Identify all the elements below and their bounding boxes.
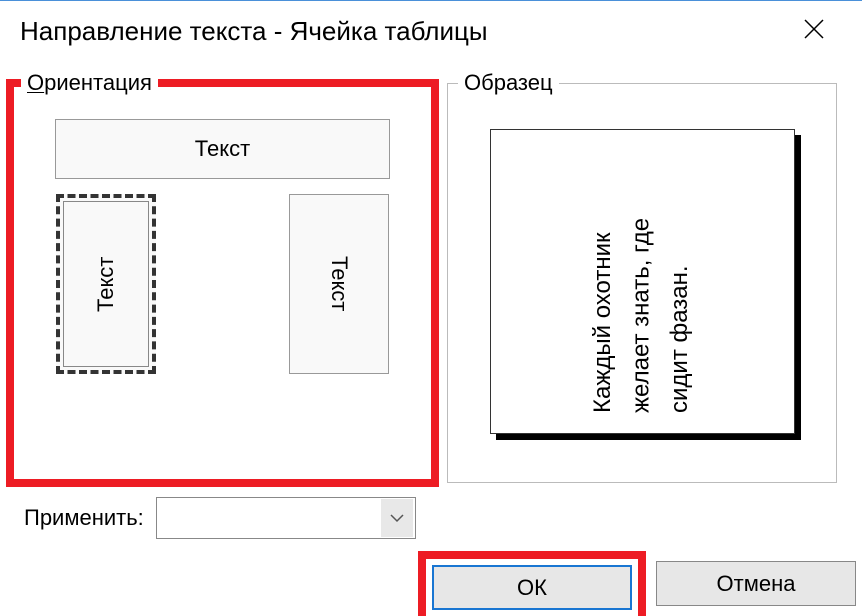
text-direction-dialog: Направление текста - Ячейка таблицы Орие… — [0, 0, 862, 616]
orientation-group: Ориентация Текст Текст Текст — [10, 83, 435, 483]
button-row: ОК Отмена — [428, 561, 856, 614]
close-button[interactable] — [786, 9, 842, 54]
sample-label: Образец — [458, 70, 559, 96]
apply-label: Применить: — [24, 505, 144, 531]
sample-preview: Каждый охотник желает знать, где сидит ф… — [490, 129, 795, 434]
ok-button-label: ОК — [517, 575, 547, 601]
dialog-content: Ориентация Текст Текст Текст — [0, 61, 862, 483]
orientation-bottom-up-label: Текст — [93, 256, 119, 311]
orientation-horizontal-button[interactable]: Текст — [55, 119, 390, 179]
cancel-button-label: Отмена — [717, 571, 796, 597]
sample-text: Каждый охотник желает знать, где сидит ф… — [584, 150, 699, 413]
sample-group: Образец Каждый охотник желает знать, где… — [447, 83, 837, 483]
orientation-top-down-button[interactable]: Текст — [289, 194, 389, 374]
apply-dropdown[interactable] — [156, 497, 416, 539]
ok-highlight: ОК — [428, 561, 636, 614]
orientation-label: Ориентация — [21, 70, 158, 96]
orientation-top-down-label: Текст — [326, 256, 352, 311]
cancel-button[interactable]: Отмена — [656, 561, 856, 606]
titlebar: Направление текста - Ячейка таблицы — [0, 1, 862, 61]
orientation-bottom-up-button[interactable]: Текст — [56, 194, 156, 374]
ok-button[interactable]: ОК — [432, 565, 632, 610]
apply-row: Применить: — [0, 483, 862, 539]
chevron-down-icon — [381, 499, 413, 537]
close-icon — [802, 17, 826, 41]
orientation-horizontal-label: Текст — [195, 136, 250, 162]
dialog-title: Направление текста - Ячейка таблицы — [20, 16, 488, 47]
